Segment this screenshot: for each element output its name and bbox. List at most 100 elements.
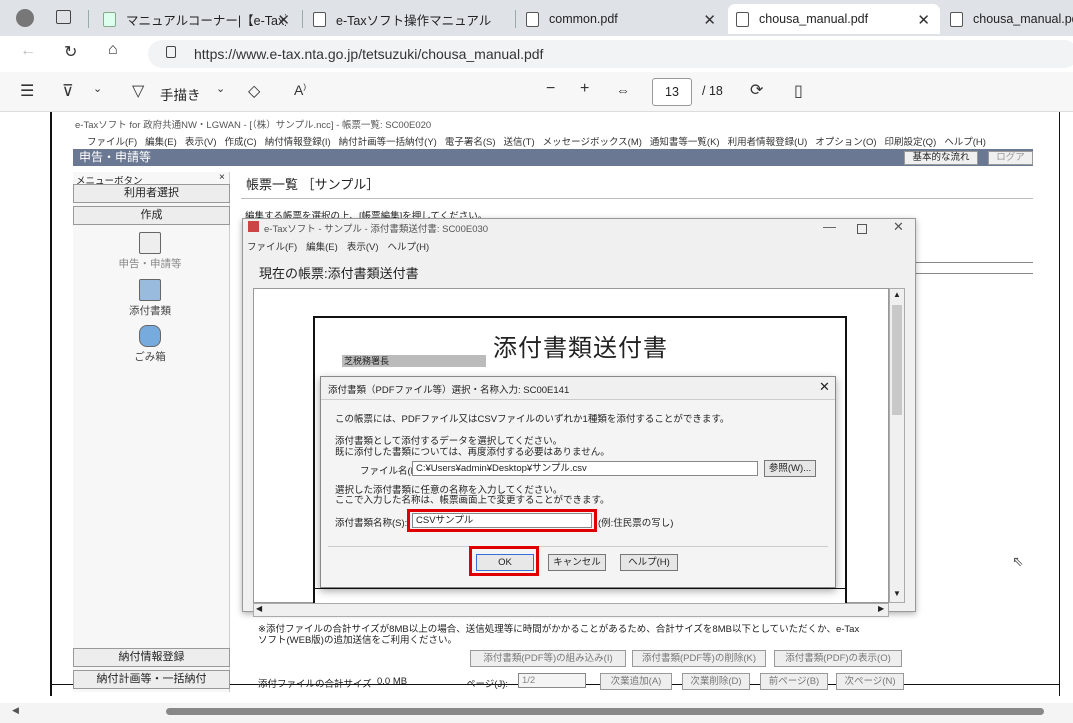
draw-icon[interactable]: ▽ — [132, 81, 144, 101]
menu-item[interactable]: 印刷設定(Q) — [885, 137, 937, 148]
dialog-line5: ここで入力した名称は、帳票画面上で変更することができます。 — [335, 495, 610, 506]
sidebar-item-trash[interactable]: ごみ箱 — [110, 325, 190, 364]
logout-button[interactable]: ログア — [988, 151, 1033, 165]
tab-common-pdf[interactable]: common.pdf ✕ — [518, 4, 726, 34]
size-note-line: ソフト(WEB版)の追加送信をご利用ください。 — [258, 635, 457, 646]
menu-item[interactable]: ヘルプ(H) — [944, 137, 986, 148]
back-icon[interactable]: ← — [20, 42, 36, 60]
list-table-edge — [916, 262, 1033, 274]
menu-item[interactable]: 編集(E) — [145, 137, 177, 148]
form-icon — [139, 232, 161, 254]
menu-item[interactable]: 利用者情報登録(U) — [728, 137, 808, 148]
scroll-right-icon[interactable]: ▶ — [878, 604, 884, 613]
tab-etax-manual[interactable]: e-Taxソフト操作マニュアル — [305, 4, 510, 34]
highlight-icon[interactable]: ⊽ — [62, 81, 74, 101]
ok-button-highlight — [469, 546, 539, 576]
form-title: 添付書類送付書 — [493, 334, 668, 362]
bottom-scroll-thumb[interactable] — [166, 708, 1044, 715]
page-select[interactable]: 1/2 — [518, 673, 586, 688]
document-icon — [526, 11, 539, 27]
page-view-icon[interactable]: ▯ — [794, 81, 803, 101]
pdf-toolbar: ☰ ⊽ ⌄ ▽ 手描き ⌄ ◇ A) − + ⇔ 13 / 18 ⟳ ▯ — [0, 72, 1073, 112]
minimize-icon[interactable]: — — [823, 219, 836, 234]
next-page-button[interactable]: 次ページ(N) — [836, 673, 904, 690]
menu-item[interactable]: 通知書等一覧(K) — [650, 137, 720, 148]
page-number-input[interactable]: 13 — [652, 78, 692, 106]
sidebar-pay-plan[interactable]: 納付計画等・一括納付 — [73, 670, 230, 689]
remove-page-button[interactable]: 次業削除(D) — [682, 673, 750, 690]
document-icon — [950, 11, 963, 27]
reload-icon[interactable]: ↻ — [64, 42, 77, 62]
tab-title: マニュアルコーナー|【e-Tax】国税 — [126, 13, 286, 28]
sub-menu-item[interactable]: 編集(E) — [306, 242, 338, 253]
close-tab-icon[interactable]: ✕ — [703, 11, 716, 29]
help-button[interactable]: ヘルプ(H) — [620, 554, 678, 571]
sidebar-user-select[interactable]: 利用者選択 — [73, 184, 230, 203]
mouse-cursor-icon: ⇖ — [1012, 553, 1024, 569]
zoom-out-icon[interactable]: − — [546, 80, 555, 98]
lock-icon[interactable] — [166, 46, 176, 58]
tax-office-field[interactable]: 芝税務署長 — [342, 355, 486, 367]
chevron-down-icon[interactable]: ⌄ — [216, 82, 225, 95]
sub-menu-item[interactable]: ファイル(F) — [247, 242, 297, 253]
trash-icon — [139, 325, 161, 347]
view-attachment-button[interactable]: 添付書類(PDF)の表示(O) — [774, 650, 902, 667]
app-menubar: ファイル(F) 編集(E) 表示(V) 作成(C) 納付情報登録(I) 納付計画等一括納付… — [87, 134, 994, 148]
tab-chousa-manual-2[interactable]: chousa_manual.pd — [942, 4, 1073, 34]
home-icon[interactable]: ⌂ — [108, 41, 118, 59]
cancel-button[interactable]: キャンセル — [548, 554, 606, 571]
sidebar-close-icon[interactable]: × — [219, 172, 225, 183]
add-page-button[interactable]: 次業追加(A) — [600, 673, 672, 690]
menu-item[interactable]: 作成(C) — [224, 137, 256, 148]
menu-item[interactable]: 納付情報登録(I) — [265, 137, 331, 148]
maximize-icon[interactable] — [857, 224, 867, 234]
read-aloud-icon[interactable]: A) — [294, 82, 306, 98]
sidebar-item-filing[interactable]: 申告・申請等 — [110, 232, 190, 271]
menu-item[interactable]: 送信(T) — [504, 137, 535, 148]
embed-attachment-button[interactable]: 添付書類(PDF等)の組み込み(I) — [470, 650, 626, 667]
browse-button[interactable]: 参照(W)... — [764, 460, 816, 477]
horizontal-scrollbar[interactable]: ◀ ▶ — [253, 603, 889, 617]
sidebar-create[interactable]: 作成 — [73, 206, 230, 225]
menu-item[interactable]: メッセージボックス(M) — [543, 137, 642, 148]
menu-item[interactable]: 納付計画等一括納付(Y) — [339, 137, 437, 148]
sub-menu-item[interactable]: ヘルプ(H) — [387, 242, 429, 253]
draw-label[interactable]: 手描き — [160, 84, 201, 104]
scroll-left-icon[interactable]: ◀ — [256, 604, 262, 613]
prev-page-button[interactable]: 前ページ(B) — [760, 673, 828, 690]
vertical-scrollbar[interactable]: ▲ ▼ — [889, 288, 905, 603]
sidebar-item-attachment[interactable]: 添付書類 — [110, 279, 190, 318]
menu-item[interactable]: 電子署名(S) — [445, 137, 496, 148]
close-icon[interactable]: ✕ — [893, 219, 904, 235]
sidebar-pay-register[interactable]: 納付情報登録 — [73, 648, 230, 667]
scroll-up-icon[interactable]: ▲ — [893, 290, 901, 299]
close-icon[interactable]: ✕ — [819, 379, 830, 395]
tab-title: chousa_manual.pdf — [759, 12, 869, 26]
file-name-input[interactable]: C:¥Users¥admin¥Desktop¥サンプル.csv — [412, 461, 758, 476]
close-tab-icon[interactable]: ✕ — [917, 11, 930, 29]
scroll-down-icon[interactable]: ▼ — [893, 589, 901, 598]
contents-icon[interactable]: ☰ — [20, 81, 34, 101]
chevron-down-icon[interactable]: ⌄ — [93, 82, 102, 95]
scroll-left-icon[interactable]: ◀ — [12, 705, 19, 716]
menu-item[interactable]: ファイル(F) — [87, 137, 137, 148]
basic-flow-button[interactable]: 基本的な流れ — [904, 151, 978, 165]
rotate-icon[interactable]: ⟳ — [750, 80, 763, 100]
url-field[interactable]: https://www.e-tax.nta.go.jp/tetsuzuki/ch… — [148, 40, 1073, 68]
menu-item[interactable]: 表示(V) — [185, 137, 217, 148]
scroll-thumb[interactable] — [892, 305, 902, 415]
fit-width-icon[interactable]: ⇔ — [616, 82, 630, 98]
browser-tab-bar: マニュアルコーナー|【e-Tax】国税 ✕ e-Taxソフト操作マニュアル co… — [0, 0, 1073, 36]
sub-window-menubar: ファイル(F) 編集(E) 表示(V) ヘルプ(H) — [247, 239, 438, 253]
tab-actions-icon[interactable] — [56, 10, 71, 24]
profile-icon[interactable] — [16, 9, 34, 27]
delete-attachment-button[interactable]: 添付書類(PDF等)の削除(K) — [632, 650, 766, 667]
sub-menu-item[interactable]: 表示(V) — [347, 242, 379, 253]
tab-chousa-manual-active[interactable]: chousa_manual.pdf ✕ — [728, 4, 940, 34]
tab-manual-corner[interactable]: マニュアルコーナー|【e-Tax】国税 ✕ — [95, 4, 300, 34]
close-tab-icon[interactable]: ✕ — [277, 11, 290, 29]
current-form-label: 現在の帳票:添付書類送付書 — [259, 266, 419, 281]
eraser-icon[interactable]: ◇ — [248, 81, 260, 101]
menu-item[interactable]: オプション(O) — [815, 137, 876, 148]
zoom-in-icon[interactable]: + — [580, 80, 589, 98]
